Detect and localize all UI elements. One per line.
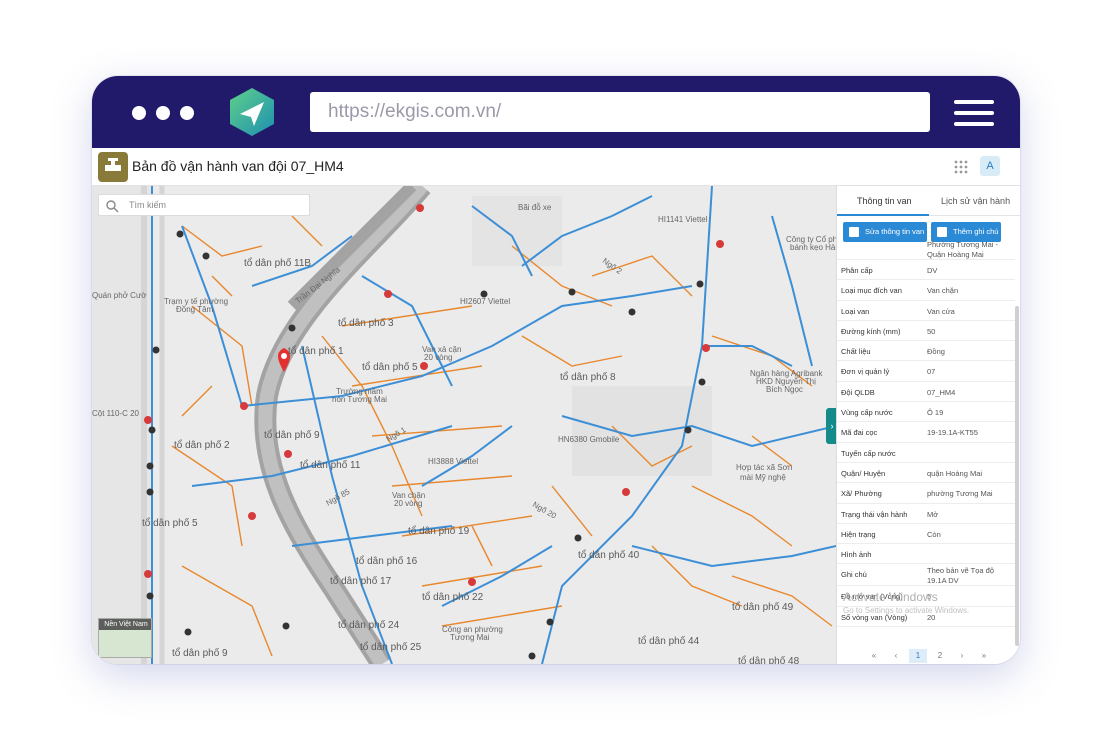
svg-text:Bích Ngọc: Bích Ngọc	[766, 385, 803, 394]
map-svg[interactable]: tổ dân phố 11B tổ dân phố 3 tổ dân phố 1 t…	[92, 186, 836, 664]
panel-toggle-button[interactable]: ›	[826, 408, 836, 444]
activation-watermark-sub: Go to Settings to activate Windows.	[843, 606, 970, 615]
tab-operation-history[interactable]: Lịch sử vận hành	[941, 196, 1010, 206]
attribute-table: Phường Tương Mai - Quận Hoàng Mai Phân c…	[837, 238, 1015, 628]
svg-text:Tương Mai: Tương Mai	[450, 633, 490, 642]
activation-watermark: Activate Windows	[843, 590, 938, 604]
browser-toolbar: https://ekgis.com.vn/	[92, 76, 1020, 148]
table-row: Đội QLDB 07_HM4	[837, 382, 1015, 403]
search-placeholder: Tìm kiếm	[129, 200, 166, 210]
basemap-switcher[interactable]: Nền Việt Nam	[98, 618, 152, 658]
table-row: Ghi chú Theo bản vẽ Tọa độ 19.1A DV	[837, 564, 1015, 587]
window-dot-2	[156, 106, 170, 120]
avatar[interactable]: A	[980, 156, 1000, 176]
last-page-button[interactable]: »	[975, 649, 993, 663]
svg-text:tổ dân phố 9: tổ dân phố 9	[172, 647, 228, 659]
active-tab-indicator	[837, 214, 929, 216]
apps-grid-icon[interactable]	[954, 160, 968, 174]
table-row: Phân cấp DV	[837, 260, 1015, 281]
prev-page-button[interactable]: ‹	[887, 649, 905, 663]
svg-text:tổ dân phố 24: tổ dân phố 24	[338, 619, 400, 631]
svg-text:tổ dân phố 3: tổ dân phố 3	[338, 317, 394, 329]
svg-text:bánh kẹo Hải Hà: bánh kẹo Hải Hà	[790, 243, 836, 252]
svg-text:tổ dân phố 9: tổ dân phố 9	[264, 429, 320, 441]
ekgis-logo-icon	[230, 88, 274, 136]
svg-text:tổ dân phố 5: tổ dân phố 5	[142, 517, 198, 529]
info-panel: Thông tin van Lịch sử vận hành Sửa thông…	[836, 186, 1020, 664]
page-1-button[interactable]: 1	[909, 649, 927, 663]
table-row: Mã đai cọc 19-19.1A-KT55	[837, 422, 1015, 443]
svg-text:HI1141 Viettel: HI1141 Viettel	[658, 215, 708, 224]
svg-text:HN6380 Gmobile: HN6380 Gmobile	[558, 435, 620, 444]
svg-text:tổ dân phố 44: tổ dân phố 44	[638, 635, 700, 647]
first-page-button[interactable]: «	[865, 649, 883, 663]
svg-text:HI2607 Viettel: HI2607 Viettel	[460, 297, 510, 306]
panel-tabs: Thông tin van Lịch sử vận hành	[837, 186, 1020, 216]
table-row: Trạng thái vận hành Mở	[837, 504, 1015, 524]
svg-text:tổ dân phố 19: tổ dân phố 19	[408, 525, 470, 537]
next-page-button[interactable]: ›	[953, 649, 971, 663]
svg-text:tổ dân phố 11B: tổ dân phố 11B	[244, 257, 311, 269]
svg-text:tổ dân phố 16: tổ dân phố 16	[356, 555, 418, 567]
svg-text:Hợp tác xã Sơn: Hợp tác xã Sơn	[736, 463, 792, 472]
svg-text:tổ dân phố 49: tổ dân phố 49	[732, 601, 794, 613]
svg-text:tổ dân phố 22: tổ dân phố 22	[422, 591, 484, 603]
svg-text:tổ dân phố 48: tổ dân phố 48	[738, 655, 800, 664]
table-row: Đường kính (mm) 50	[837, 321, 1015, 342]
map-search-input[interactable]: Tìm kiếm	[98, 194, 310, 216]
svg-text:Bãi đỗ xe: Bãi đỗ xe	[518, 203, 552, 212]
svg-text:tổ dân phố 1: tổ dân phố 1	[288, 345, 344, 357]
svg-text:20 vòng: 20 vòng	[424, 353, 452, 362]
window-dot-1	[132, 106, 146, 120]
table-row: Vùng cấp nước Ô 19	[837, 402, 1015, 423]
valve-app-icon	[98, 152, 128, 182]
search-icon	[106, 200, 119, 213]
table-row: Loại van Van cửa	[837, 301, 1015, 321]
svg-text:tổ dân phố 5: tổ dân phố 5	[362, 361, 418, 373]
table-row: Loại mục đích van Van chặn	[837, 280, 1015, 301]
svg-text:20 vòng: 20 vòng	[394, 499, 422, 508]
tab-valve-info[interactable]: Thông tin van	[857, 196, 912, 206]
svg-text:HI3888 Viettel: HI3888 Viettel	[428, 457, 478, 466]
window-dot-3	[180, 106, 194, 120]
address-bar[interactable]: https://ekgis.com.vn/	[310, 92, 930, 132]
edit-icon	[849, 227, 859, 237]
table-row: Hình ảnh	[837, 544, 1015, 565]
table-row: Hiện trạng Còn	[837, 524, 1015, 545]
pagination: « ‹ 1 2 › »	[837, 646, 1020, 664]
table-row: Đơn vị quản lý 07	[837, 361, 1015, 382]
panel-scrollbar[interactable]	[1015, 306, 1019, 646]
page-2-button[interactable]: 2	[931, 649, 949, 663]
device-frame: https://ekgis.com.vn/ Bản đồ vận hành va…	[92, 76, 1020, 664]
svg-text:Cột 110-C 20: Cột 110-C 20	[92, 409, 140, 418]
svg-text:tổ dân phố 11: tổ dân phố 11	[300, 459, 361, 471]
map-canvas[interactable]: tổ dân phố 11B tổ dân phố 3 tổ dân phố 1 t…	[92, 186, 836, 664]
table-row: Quận/ Huyện quận Hoàng Mai	[837, 463, 1015, 484]
svg-text:non Tương Mai: non Tương Mai	[332, 395, 387, 404]
svg-text:mài Mỹ nghệ: mài Mỹ nghệ	[740, 473, 786, 482]
svg-text:tổ dân phố 2: tổ dân phố 2	[174, 439, 230, 451]
basemap-label: Nền Việt Nam	[99, 619, 151, 630]
table-row: Tuyến cấp nước	[837, 443, 1015, 463]
menu-icon[interactable]	[954, 100, 994, 126]
svg-text:tổ dân phố 17: tổ dân phố 17	[330, 575, 392, 587]
svg-text:Đồng Tâm: Đồng Tâm	[176, 305, 214, 314]
app-header: Bản đồ vận hành van đội 07_HM4 A	[92, 148, 1020, 186]
table-row: Chất liệu Đồng	[837, 341, 1015, 362]
page-title: Bản đồ vận hành van đội 07_HM4	[132, 158, 344, 174]
table-row: Xã/ Phường phường Tương Mai	[837, 483, 1015, 504]
table-row: Phường Tương Mai - Quận Hoàng Mai	[837, 238, 1015, 260]
svg-text:tổ dân phố 40: tổ dân phố 40	[578, 549, 640, 561]
note-icon	[937, 227, 947, 237]
svg-text:Quán phở Cườ: Quán phở Cườ	[92, 291, 147, 300]
svg-text:tổ dân phố 25: tổ dân phố 25	[360, 641, 422, 653]
svg-text:tổ dân phố 8: tổ dân phố 8	[560, 371, 616, 383]
